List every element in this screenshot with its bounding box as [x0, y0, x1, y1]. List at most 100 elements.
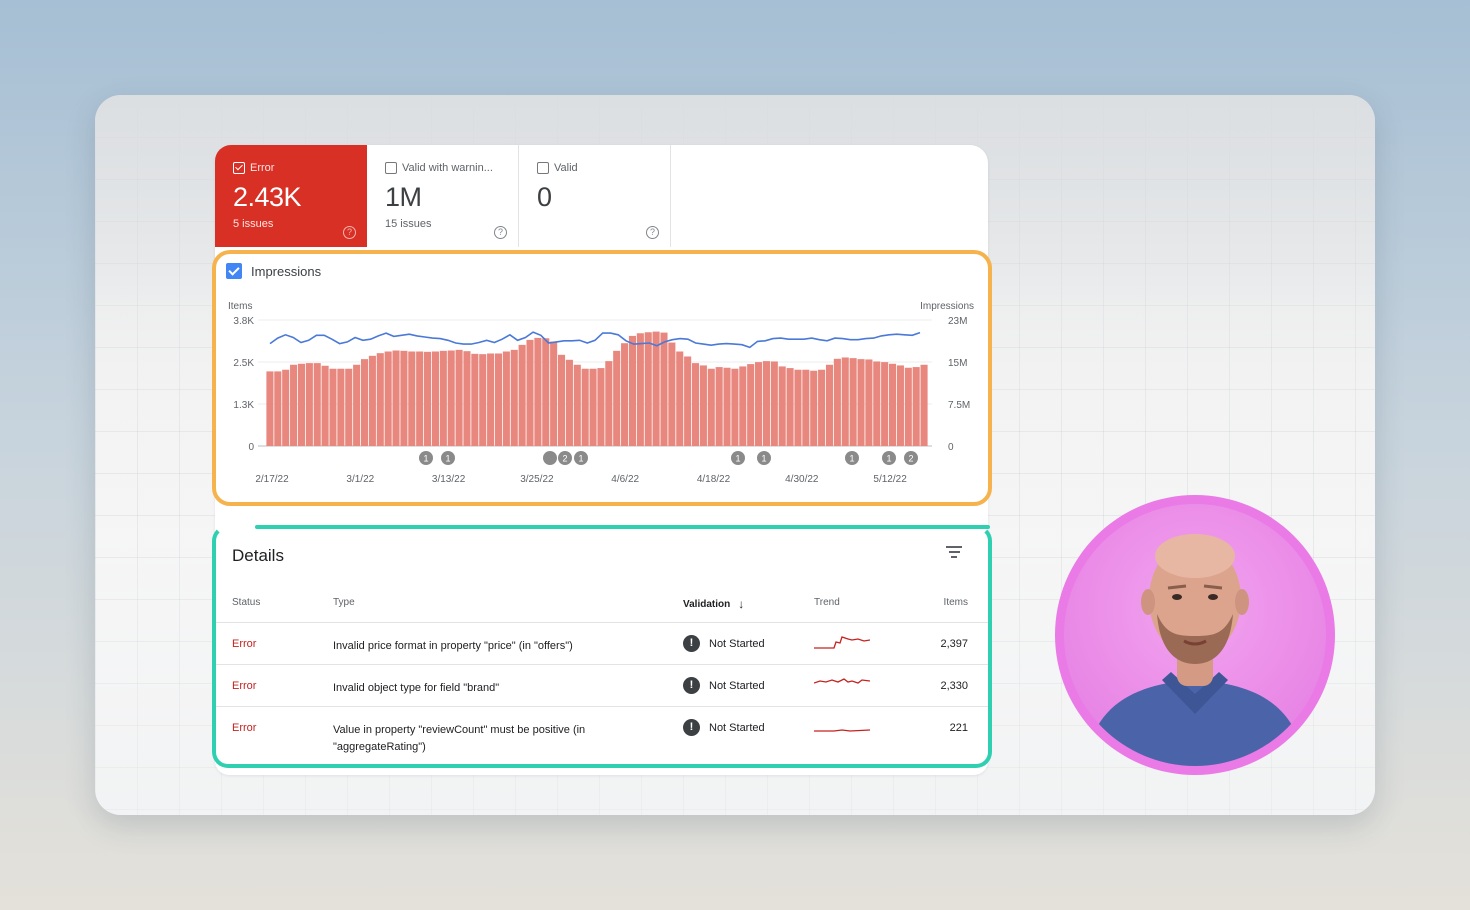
- alert-icon: !: [683, 719, 700, 736]
- alert-icon: !: [683, 677, 700, 694]
- bar: [676, 351, 684, 446]
- bar: [881, 362, 889, 446]
- search-console-card: Error 2.43K 5 issues ? Valid with warnin…: [212, 145, 992, 775]
- bar: [510, 349, 518, 446]
- row-items: 221: [949, 722, 968, 734]
- right-tick-label: 15M: [948, 358, 967, 369]
- table-row[interactable]: Error Value in property "reviewCount" mu…: [216, 706, 988, 758]
- x-tick-label: 4/18/22: [697, 474, 731, 485]
- help-icon[interactable]: ?: [494, 226, 507, 239]
- bar: [684, 356, 692, 446]
- bar: [368, 355, 376, 446]
- bar: [652, 331, 660, 446]
- tile-valid-warning[interactable]: Valid with warnin... 1M 15 issues ?: [367, 145, 519, 247]
- bar: [920, 364, 928, 446]
- presenter-avatar: [1084, 534, 1306, 766]
- right-axis-label: Impressions: [920, 301, 974, 312]
- bar: [329, 368, 337, 446]
- trend-sparkline: [814, 678, 870, 684]
- bar: [668, 342, 676, 446]
- help-icon[interactable]: ?: [646, 226, 659, 239]
- column-items[interactable]: Items: [944, 597, 968, 608]
- bar: [904, 367, 912, 446]
- details-panel: Details Status Type Validation ↓ Trend I…: [212, 525, 992, 768]
- annotation-label: 1: [886, 454, 891, 464]
- slide-frame: Error 2.43K 5 issues ? Valid with warnin…: [95, 95, 1375, 815]
- annotation-label: 1: [578, 454, 583, 464]
- x-tick-label: 3/1/22: [346, 474, 374, 485]
- bar: [282, 369, 290, 446]
- bar: [589, 368, 597, 446]
- bar: [613, 350, 621, 446]
- bar: [810, 370, 818, 446]
- tile-label: Valid: [554, 162, 578, 174]
- impressions-chart-panel: Impressions 3.8K 23M 2.5K 15M 1.3K 7.5M 0 0 Item…: [212, 250, 992, 506]
- bar: [266, 371, 274, 446]
- bar: [353, 364, 361, 446]
- row-validation: Not Started: [709, 679, 765, 692]
- right-tick-label: 0: [948, 442, 954, 453]
- bar: [605, 361, 613, 446]
- row-items: 2,397: [940, 638, 968, 650]
- column-validation[interactable]: Validation ↓: [683, 597, 744, 611]
- bar: [715, 367, 723, 446]
- bar: [345, 368, 353, 446]
- checkbox-icon[interactable]: [385, 162, 397, 174]
- bar: [865, 359, 873, 446]
- bar: [573, 364, 581, 446]
- x-tick-label: 3/13/22: [432, 474, 466, 485]
- bar: [739, 366, 747, 446]
- bar: [873, 361, 881, 446]
- bar: [494, 353, 503, 446]
- bar: [408, 351, 416, 446]
- bar: [581, 368, 589, 446]
- bar: [794, 369, 802, 446]
- items-impressions-chart: 3.8K 23M 2.5K 15M 1.3K 7.5M 0 0 Items Impressions…: [228, 301, 974, 485]
- column-status[interactable]: Status: [232, 597, 260, 608]
- trend-sparkline: [814, 729, 870, 732]
- column-trend[interactable]: Trend: [814, 597, 840, 608]
- bar: [778, 366, 786, 446]
- annotation-label: 1: [423, 454, 428, 464]
- annotation-marker: [543, 451, 557, 465]
- bar: [297, 363, 306, 446]
- bar: [731, 368, 739, 446]
- annotation-label: 1: [761, 454, 766, 464]
- x-tick-label: 4/6/22: [611, 474, 639, 485]
- bar: [502, 351, 510, 446]
- bar: [802, 369, 810, 446]
- bar: [313, 363, 321, 446]
- tile-label: Error: [250, 162, 275, 174]
- x-tick-label: 4/30/22: [785, 474, 819, 485]
- row-validation: Not Started: [709, 721, 765, 734]
- right-tick-label: 23M: [948, 316, 967, 327]
- table-row[interactable]: Error Invalid object type for field "bra…: [216, 664, 988, 706]
- bar: [644, 332, 652, 446]
- checkbox-icon[interactable]: [233, 162, 245, 174]
- annotation-label: 2: [562, 454, 567, 464]
- row-status: Error: [232, 638, 257, 650]
- filter-icon[interactable]: [946, 546, 962, 558]
- bar: [565, 359, 573, 446]
- help-icon[interactable]: ?: [343, 226, 356, 239]
- bar: [431, 351, 439, 446]
- bar: [888, 363, 897, 446]
- checkbox-icon[interactable]: [537, 162, 549, 174]
- column-type[interactable]: Type: [333, 597, 355, 608]
- bar: [321, 365, 329, 446]
- arrow-down-icon: ↓: [738, 597, 745, 611]
- bar: [305, 363, 313, 446]
- bar: [849, 358, 857, 446]
- row-validation: Not Started: [709, 637, 765, 650]
- bar: [384, 351, 392, 446]
- tile-error[interactable]: Error 2.43K 5 issues ?: [215, 145, 367, 247]
- bar: [770, 361, 778, 446]
- details-title: Details: [232, 546, 284, 565]
- left-axis-label: Items: [228, 301, 252, 312]
- bar: [747, 364, 755, 446]
- tile-valid[interactable]: Valid 0 ?: [519, 145, 671, 247]
- tile-value: 2.43K: [233, 182, 302, 212]
- presenter-video-bubble: [1055, 495, 1335, 775]
- table-row[interactable]: Error Invalid price format in property "…: [216, 622, 988, 664]
- bar: [424, 351, 432, 446]
